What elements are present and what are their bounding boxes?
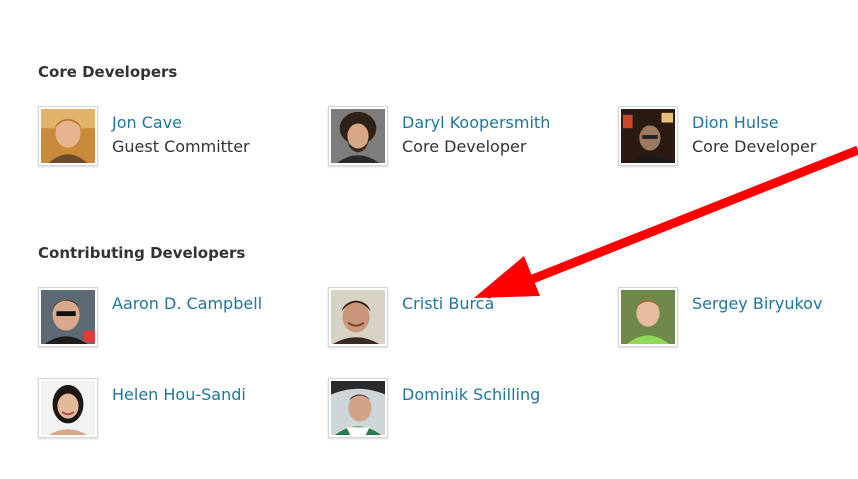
person-name-link[interactable]: Helen Hou-Sandi [112, 385, 246, 404]
person-dominik-schilling: Dominik Schilling [328, 378, 588, 442]
person-sergey-biryukov: Sergey Biryukov [618, 287, 858, 351]
person-helen-hou-sandi: Helen Hou-Sandi [38, 378, 298, 442]
person-dion-hulse: Dion Hulse Core Developer [618, 106, 858, 170]
avatar[interactable] [38, 378, 98, 438]
avatar-photo-icon [331, 381, 385, 435]
person-role: Guest Committer [112, 137, 250, 156]
avatar-photo-icon [41, 109, 95, 163]
person-role: Core Developer [692, 137, 817, 156]
person-name-link[interactable]: Dominik Schilling [402, 385, 540, 404]
person-aaron-campbell: Aaron D. Campbell [38, 287, 298, 351]
avatar[interactable] [328, 287, 388, 347]
person-name-link[interactable]: Daryl Koopersmith [402, 113, 550, 132]
contributing-developers-heading: Contributing Developers [38, 244, 246, 262]
avatar-photo-icon [41, 381, 95, 435]
avatar[interactable] [38, 106, 98, 166]
avatar-photo-icon [621, 109, 675, 163]
person-name-link[interactable]: Sergey Biryukov [692, 294, 822, 313]
person-name-link[interactable]: Aaron D. Campbell [112, 294, 262, 313]
avatar-photo-icon [41, 290, 95, 344]
avatar[interactable] [38, 287, 98, 347]
avatar[interactable] [618, 106, 678, 166]
person-name-link[interactable]: Cristi Burcă [402, 294, 494, 313]
avatar[interactable] [328, 106, 388, 166]
avatar-photo-icon [331, 290, 385, 344]
person-name-link[interactable]: Jon Cave [112, 113, 182, 132]
core-developers-heading: Core Developers [38, 63, 178, 81]
avatar[interactable] [618, 287, 678, 347]
person-name-link[interactable]: Dion Hulse [692, 113, 779, 132]
person-daryl-koopersmith: Daryl Koopersmith Core Developer [328, 106, 588, 170]
person-role: Core Developer [402, 137, 527, 156]
avatar-photo-icon [331, 109, 385, 163]
avatar-photo-icon [621, 290, 675, 344]
avatar[interactable] [328, 378, 388, 438]
person-cristi-burca: Cristi Burcă [328, 287, 588, 351]
person-jon-cave: Jon Cave Guest Committer [38, 106, 298, 170]
